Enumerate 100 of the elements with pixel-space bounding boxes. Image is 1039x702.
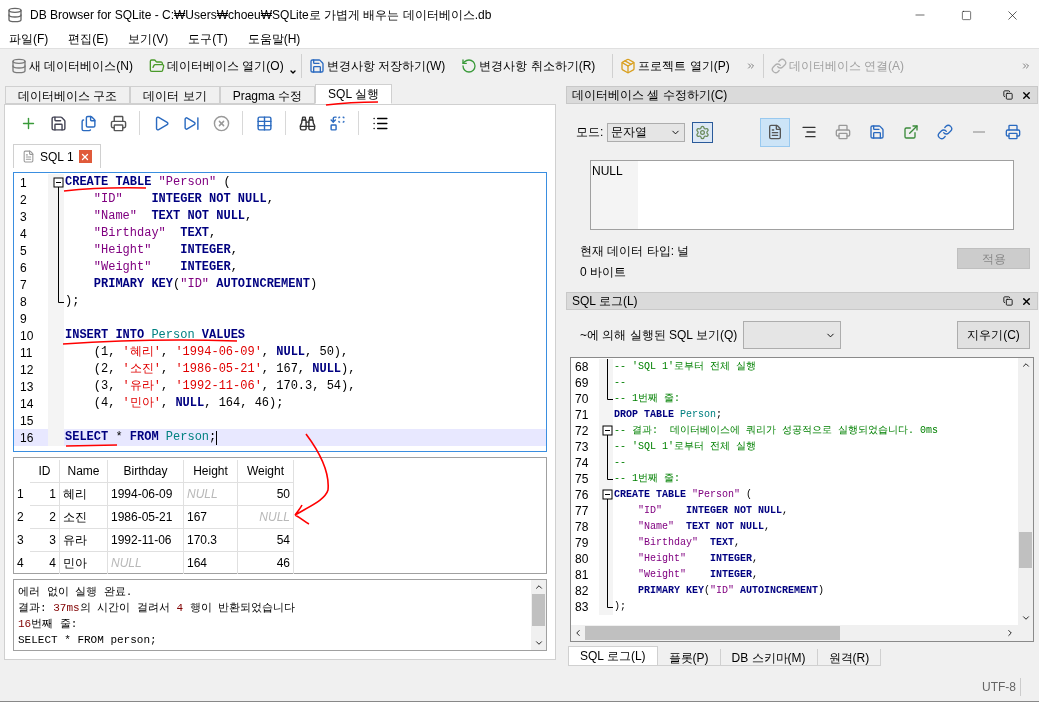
printer-icon	[1005, 124, 1021, 140]
app-icon	[7, 7, 23, 23]
gear-button[interactable]	[692, 121, 714, 143]
editor-tab[interactable]: SQL 1	[13, 144, 101, 168]
row-header[interactable]: 4	[14, 551, 30, 574]
code-line: -- 'SQL 1'로부터 전체 실행	[613, 361, 756, 373]
line-number: 4	[19, 225, 28, 243]
save-icon	[49, 114, 67, 132]
code-line: "ID" INTEGER NOT NULL,	[637, 505, 789, 517]
sql-log-editor[interactable]	[570, 357, 1034, 642]
save-icon	[869, 124, 885, 140]
fold-marker-icon[interactable]	[53, 174, 64, 191]
line-number: 70	[574, 391, 590, 408]
tab[interactable]: 데이터 보기	[130, 86, 220, 104]
column-header[interactable]: Birthday	[108, 460, 184, 482]
tab[interactable]: 데이터베이스 구조	[5, 86, 131, 104]
line-number: 1	[19, 174, 28, 192]
close-icon	[80, 151, 91, 162]
table-cell: 4	[30, 551, 60, 574]
restore-icon[interactable]	[1003, 90, 1013, 100]
scroll-thumb[interactable]	[585, 626, 840, 640]
tab[interactable]: SQL 로그(L)	[568, 646, 658, 666]
scrollbar[interactable]	[571, 625, 1033, 641]
tab[interactable]: Pragma 수정	[219, 86, 316, 104]
table-export-button[interactable]	[255, 114, 273, 132]
row-header[interactable]: 1	[14, 482, 30, 505]
table-cell: 혜리	[60, 482, 108, 505]
message-line: 결과: 37ms의 시간이 걸려서 4 행이 반환되었습니다	[18, 601, 297, 616]
clear-button[interactable]: 지우기(C)	[957, 321, 1030, 349]
scroll-thumb[interactable]	[1019, 532, 1032, 568]
toolbar-button[interactable]: 변경사항 취소하기(R)	[458, 53, 599, 78]
stop-icon	[212, 114, 230, 132]
mode-dropdown[interactable]: 문자열	[607, 122, 686, 142]
tab[interactable]: 원격(R)	[817, 649, 882, 666]
toolbar-button[interactable]: 변경사항 저장하기(W)	[305, 53, 449, 78]
toolbar-button[interactable]: 프로젝트 열기(P)	[617, 53, 733, 78]
data-type-label: 현재 데이터 타입: 널	[580, 243, 690, 260]
line-number: 73	[574, 439, 590, 456]
menu-item[interactable]: 도움말(H)	[242, 30, 306, 48]
menu-item[interactable]: 편집(E)	[63, 30, 114, 48]
database-link-icon	[770, 57, 787, 74]
close-icon[interactable]	[1021, 89, 1032, 101]
sql-editor[interactable]	[13, 172, 547, 452]
table-cell: 유라	[60, 528, 108, 551]
document-icon	[22, 150, 35, 163]
line-number: 80	[574, 551, 590, 568]
scroll-thumb[interactable]	[532, 594, 545, 626]
line-number: 16	[19, 429, 35, 447]
table-cell: 소진	[60, 505, 108, 528]
printer-icon	[109, 114, 127, 132]
message-line: SELECT * FROM person;	[18, 633, 158, 648]
scrollbar[interactable]	[1018, 358, 1033, 625]
tab[interactable]: DB 스키마(M)	[720, 649, 818, 666]
column-header[interactable]: Name	[60, 460, 108, 482]
line-number: 11	[19, 344, 34, 362]
menu-item[interactable]: 파일(F)	[4, 30, 54, 48]
tab[interactable]: 플롯(P)	[657, 649, 721, 666]
code-line: --	[613, 377, 626, 389]
table-cell: 1994-06-09	[108, 482, 184, 505]
line-number: 72	[574, 423, 590, 440]
cell-value-field[interactable]: NULL	[590, 160, 1014, 230]
size-label: 0 바이트	[580, 264, 627, 281]
stop-button[interactable]	[212, 114, 230, 132]
skip-button[interactable]	[182, 114, 200, 132]
document-icon	[767, 124, 783, 140]
code-line: "Weight" INTEGER,	[92, 261, 238, 274]
scrollbar[interactable]	[531, 580, 546, 650]
toolbar-button[interactable]: 새 데이터베이스(N)	[8, 53, 136, 78]
code-line: "Name" TEXT NOT NULL,	[637, 521, 771, 533]
close-icon[interactable]	[1021, 295, 1032, 307]
tab[interactable]: SQL 실행	[315, 84, 392, 104]
toolbar-button[interactable]: 데이터베이스 열기(O)	[146, 53, 287, 78]
printer-button[interactable]	[109, 114, 127, 132]
line-number: 76	[574, 487, 590, 504]
line-number: 2	[19, 191, 28, 209]
table-cell: NULL	[238, 505, 294, 528]
panel-title: 데이터베이스 셀 수정하기(C)	[572, 87, 728, 104]
underline-mark	[65, 444, 118, 447]
row-header[interactable]: 3	[14, 528, 30, 551]
code-line: "Birthday" TEXT,	[92, 227, 217, 240]
save-button[interactable]	[49, 114, 67, 132]
code-line: "ID" INTEGER NOT NULL,	[92, 193, 274, 206]
restore-icon[interactable]	[1003, 296, 1013, 306]
files-button[interactable]	[79, 114, 97, 132]
line-number: 82	[574, 583, 590, 600]
column-header[interactable]: ID	[30, 460, 60, 482]
column-header[interactable]: Height	[184, 460, 238, 482]
link-icon	[937, 124, 953, 140]
gear-icon	[695, 124, 711, 140]
filter-label: ~에 의해 실행된 SQL 보기(Q)	[580, 327, 738, 344]
menu-item[interactable]: 도구(T)	[183, 30, 233, 48]
tool-button[interactable]	[760, 117, 790, 147]
binoculars-button[interactable]	[298, 114, 316, 132]
column-header[interactable]: Weight	[238, 460, 294, 482]
replace-button[interactable]	[328, 114, 346, 132]
message-line: 16번째 줄:	[18, 617, 79, 632]
line-number: 78	[574, 519, 590, 536]
menu-item[interactable]: 보기(V)	[123, 30, 174, 48]
row-header[interactable]: 2	[14, 505, 30, 528]
close-tab-button[interactable]	[78, 150, 92, 163]
